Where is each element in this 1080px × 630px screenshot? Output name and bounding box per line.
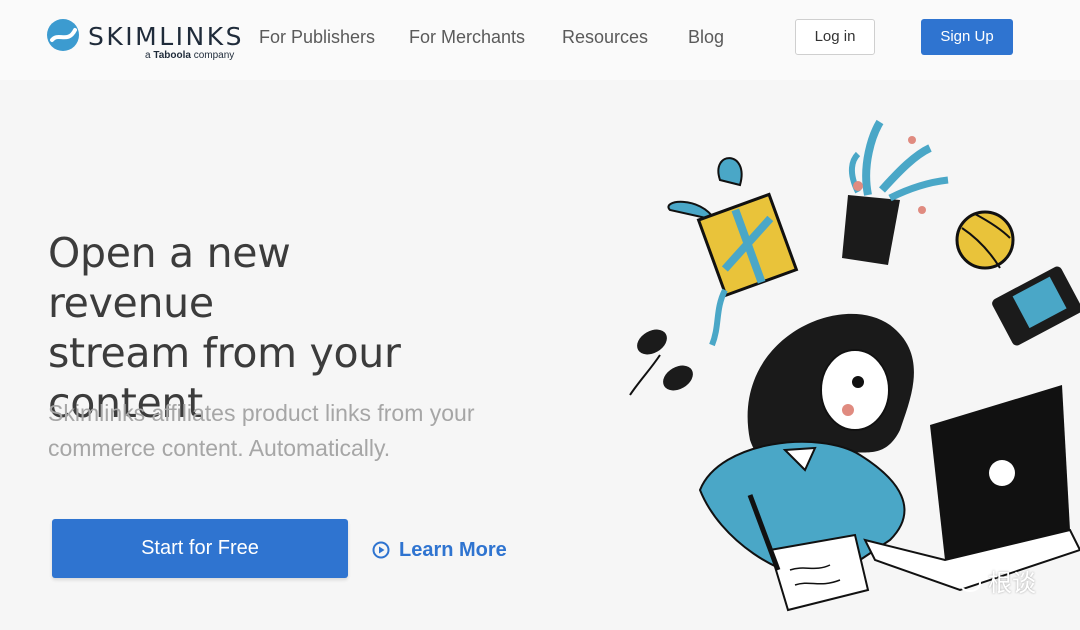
hero-subtitle-line: Skimlinks affiliates product links from … [48, 400, 475, 426]
learn-more-link[interactable]: Learn More [372, 536, 507, 564]
phone-icon [992, 266, 1080, 346]
nav-for-merchants[interactable]: For Merchants [409, 27, 525, 48]
skimlinks-logo[interactable]: SKIMLINKS a Taboola company [46, 16, 241, 62]
gift-icon [667, 157, 799, 347]
wechat-icon [948, 566, 981, 592]
plant-icon [842, 119, 949, 265]
play-circle-icon [372, 541, 390, 559]
hero-subtitle: Skimlinks affiliates product links from … [48, 396, 478, 466]
hero-title-line: stream from your [48, 329, 401, 377]
nav-for-publishers[interactable]: For Publishers [259, 27, 375, 48]
hero-illustration [629, 119, 1080, 612]
learn-more-label: Learn More [399, 538, 507, 561]
nav-blog[interactable]: Blog [688, 27, 724, 48]
sunglasses-icon [629, 329, 693, 396]
watermark: 根谈 [948, 565, 1036, 597]
watermark-text: 根谈 [988, 568, 1036, 597]
site-header: SKIMLINKS a Taboola company For Publishe… [0, 0, 1080, 80]
login-button[interactable]: Log in [795, 19, 875, 55]
signup-button[interactable]: Sign Up [921, 19, 1013, 55]
nav-resources[interactable]: Resources [562, 27, 648, 48]
hero-title-line: Open a new revenue [48, 229, 291, 327]
ball-icon [955, 210, 1015, 270]
hero-subtitle-line: commerce content. Automatically. [48, 435, 391, 461]
logo-tagline: a Taboola company [145, 50, 235, 61]
start-for-free-button[interactable]: Start for Free [52, 519, 348, 578]
logo-wordmark: SKIMLINKS [88, 22, 244, 51]
skimlinks-logo-icon [47, 19, 79, 51]
